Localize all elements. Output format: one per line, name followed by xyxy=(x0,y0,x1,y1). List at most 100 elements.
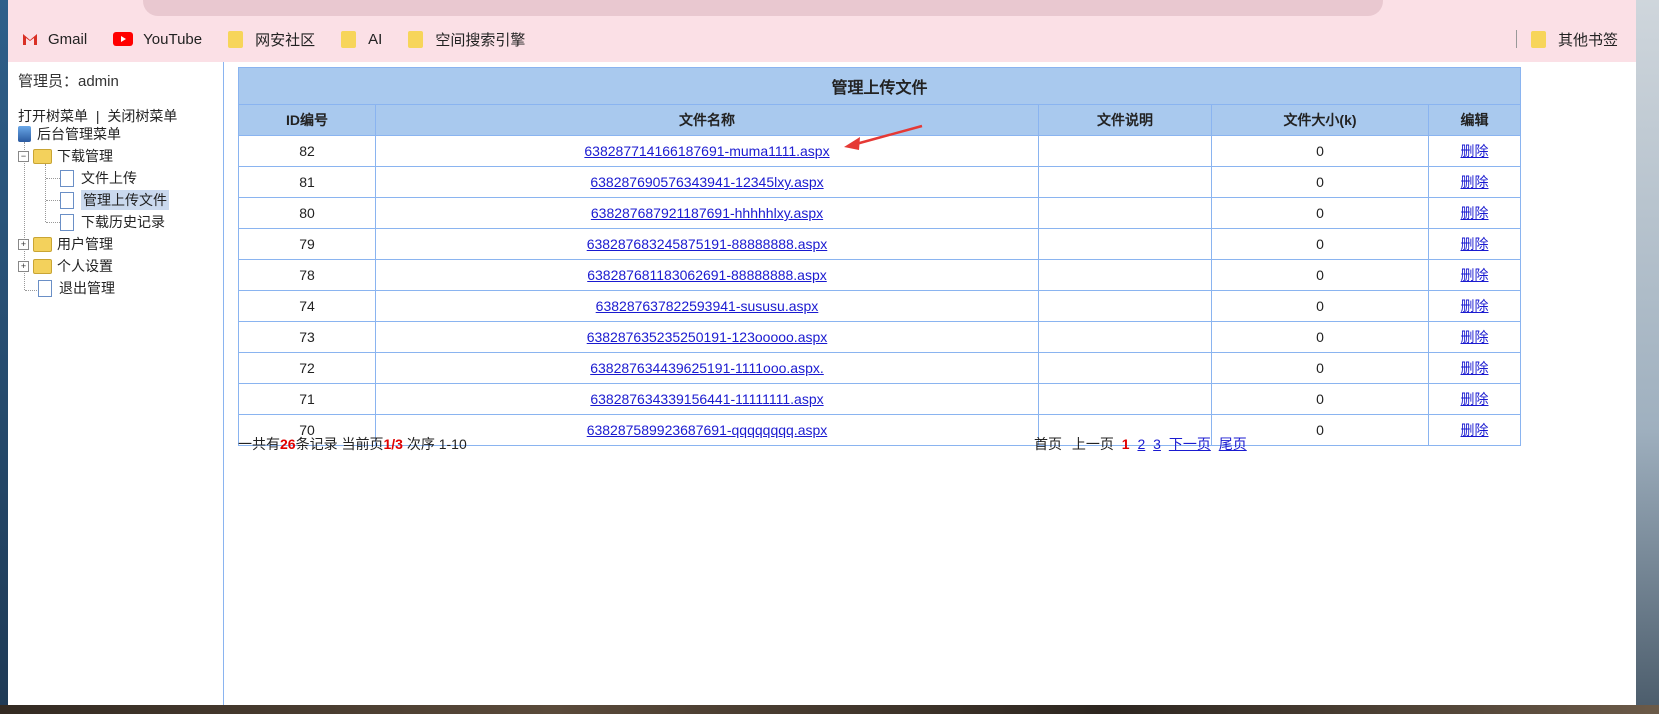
cell-file-name: 638287634439625191-1111ooo.aspx. xyxy=(375,352,1039,384)
file-link[interactable]: 638287683245875191-88888888.aspx xyxy=(587,236,828,252)
tree-item-users[interactable]: + 用户管理 xyxy=(18,234,113,254)
file-link[interactable]: 638287637822593941-sususu.aspx xyxy=(596,298,819,314)
delete-link[interactable]: 删除 xyxy=(1461,360,1489,376)
bookmark-gmail[interactable]: Gmail xyxy=(22,31,87,48)
table-row: 80 638287687921187691-hhhhhlxy.aspx 0 删除 xyxy=(238,197,1521,229)
cell-delete: 删除 xyxy=(1428,290,1521,322)
cell-id: 82 xyxy=(238,135,376,167)
cell-id: 73 xyxy=(238,321,376,353)
folder-icon xyxy=(1530,30,1546,48)
tree-controls-separator: | xyxy=(95,108,100,124)
cell-file-size: 0 xyxy=(1211,321,1429,353)
file-link[interactable]: 638287635235250191-123ooooo.aspx xyxy=(587,329,828,345)
address-bar[interactable] xyxy=(143,0,1383,16)
expand-icon[interactable]: + xyxy=(18,260,29,272)
cell-file-desc xyxy=(1038,352,1212,384)
cell-file-size: 0 xyxy=(1211,197,1429,229)
desktop-edge-bottom xyxy=(0,705,1659,714)
pager-page-link[interactable]: 2 xyxy=(1137,436,1145,452)
pager-page-link[interactable]: 3 xyxy=(1153,436,1161,452)
cell-file-size: 0 xyxy=(1211,228,1429,260)
file-link[interactable]: 638287714166187691-muma1111.aspx xyxy=(584,143,829,159)
cell-file-size: 0 xyxy=(1211,352,1429,384)
tree-item-history[interactable]: 下载历史记录 xyxy=(60,212,165,232)
file-link[interactable]: 638287690576343941-12345lxy.aspx xyxy=(590,174,823,190)
cell-file-name: 638287714166187691-muma1111.aspx xyxy=(375,135,1039,167)
bookmarks-bar: Gmail YouTube 网安社区 AI 空间搜索引擎 xyxy=(22,26,551,52)
tree-item-personal[interactable]: + 个人设置 xyxy=(18,256,113,276)
tree-root-label: 后台管理菜单 xyxy=(37,126,121,142)
column-header-size: 文件大小(k) xyxy=(1211,104,1429,136)
annotation-arrow-icon xyxy=(844,124,923,150)
cell-file-name: 638287637822593941-sususu.aspx xyxy=(375,290,1039,322)
cell-id: 72 xyxy=(238,352,376,384)
bookmark-label: 网安社区 xyxy=(255,31,316,49)
delete-link[interactable]: 删除 xyxy=(1461,391,1489,407)
table-row: 81 638287690576343941-12345lxy.aspx 0 删除 xyxy=(238,166,1521,198)
cell-file-size: 0 xyxy=(1211,259,1429,291)
cell-id: 71 xyxy=(238,383,376,415)
folder-icon xyxy=(408,30,424,48)
table-row: 79 638287683245875191-88888888.aspx 0 删除 xyxy=(238,228,1521,260)
expand-icon[interactable]: + xyxy=(18,238,29,250)
pager-total-suffix: 条记录 当前页 xyxy=(295,436,384,452)
cell-id: 78 xyxy=(238,259,376,291)
file-link[interactable]: 638287681183062691-88888888.aspx xyxy=(587,267,827,283)
delete-link[interactable]: 删除 xyxy=(1461,329,1489,345)
cell-file-size: 0 xyxy=(1211,383,1429,415)
page-icon xyxy=(60,213,74,231)
computer-icon xyxy=(18,126,31,142)
left-menu-pane: 管理员：admin 打开树菜单 | 关闭树菜单 后台管理菜单 − 下载管理 文件… xyxy=(8,62,224,705)
tree-item-upload[interactable]: 文件上传 xyxy=(60,168,137,188)
file-link[interactable]: 638287634439625191-1111ooo.aspx. xyxy=(590,360,824,376)
file-link[interactable]: 638287687921187691-hhhhhlxy.aspx xyxy=(591,205,823,221)
bookmark-separator xyxy=(1515,30,1517,48)
bookmark-folder-ai[interactable]: AI xyxy=(341,30,383,48)
tree-item-label: 个人设置 xyxy=(57,258,113,274)
tree-item-logout[interactable]: 退出管理 xyxy=(38,278,115,298)
browser-toolbar: Gmail YouTube 网安社区 AI 空间搜索引擎 其他书签 xyxy=(8,0,1636,62)
table-body: 82 638287714166187691-muma1111.aspx 0 删除 81 6… xyxy=(238,135,1521,446)
page-icon xyxy=(60,191,74,209)
bookmark-label: 空间搜索引擎 xyxy=(435,31,526,49)
cell-file-name: 638287687921187691-hhhhhlxy.aspx xyxy=(375,197,1039,229)
pager-next-link[interactable]: 下一页 xyxy=(1169,436,1211,452)
bookmark-label: YouTube xyxy=(143,30,203,48)
bookmark-youtube[interactable]: YouTube xyxy=(113,31,202,48)
tree-item-label: 用户管理 xyxy=(57,236,113,252)
bookmark-label: AI xyxy=(368,30,383,48)
bookmark-folder-wangan[interactable]: 网安社区 xyxy=(228,29,315,50)
delete-link[interactable]: 删除 xyxy=(1461,267,1489,283)
close-tree-link[interactable]: 关闭树菜单 xyxy=(107,108,177,124)
cell-file-desc xyxy=(1038,197,1212,229)
pager-last-link[interactable]: 尾页 xyxy=(1219,436,1247,452)
tree-item-label: 文件上传 xyxy=(81,170,137,186)
page-icon xyxy=(60,169,74,187)
folder-open-icon xyxy=(33,148,52,164)
open-tree-link[interactable]: 打开树菜单 xyxy=(18,108,88,124)
admin-label: 管理员：admin xyxy=(18,73,119,90)
youtube-icon xyxy=(113,32,134,46)
table-row: 74 638287637822593941-sususu.aspx 0 删除 xyxy=(238,290,1521,322)
collapse-icon[interactable]: − xyxy=(18,150,29,162)
delete-link[interactable]: 删除 xyxy=(1461,205,1489,221)
tree-root[interactable]: 后台管理菜单 xyxy=(18,124,121,144)
table-row: 73 638287635235250191-123ooooo.aspx 0 删除 xyxy=(238,321,1521,353)
delete-link[interactable]: 删除 xyxy=(1461,236,1489,252)
pager-first: 首页 xyxy=(1034,436,1062,452)
delete-link[interactable]: 删除 xyxy=(1461,174,1489,190)
other-bookmarks-label: 其他书签 xyxy=(1557,31,1618,49)
tree-item-download[interactable]: − 下载管理 xyxy=(18,146,113,166)
tree-item-manage-upload[interactable]: 管理上传文件 xyxy=(60,190,169,210)
cell-file-name: 638287634339156441-11111111.aspx xyxy=(375,383,1039,415)
cell-file-size: 0 xyxy=(1211,290,1429,322)
other-bookmarks[interactable]: 其他书签 xyxy=(1515,26,1618,52)
folder-icon xyxy=(228,30,244,48)
cell-file-name: 638287690576343941-12345lxy.aspx xyxy=(375,166,1039,198)
cell-delete: 删除 xyxy=(1428,321,1521,353)
delete-link[interactable]: 删除 xyxy=(1461,298,1489,314)
file-link[interactable]: 638287634339156441-11111111.aspx xyxy=(590,391,823,407)
bookmark-folder-search[interactable]: 空间搜索引擎 xyxy=(408,29,525,50)
delete-link[interactable]: 删除 xyxy=(1461,143,1489,159)
cell-delete: 删除 xyxy=(1428,228,1521,260)
